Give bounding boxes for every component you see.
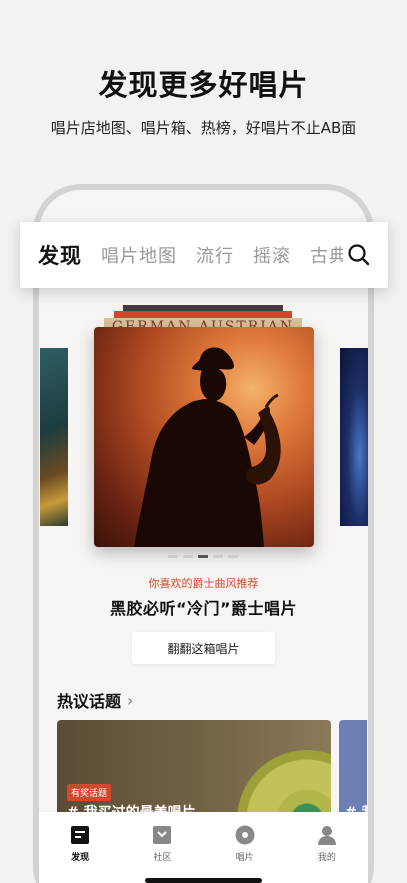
- carousel-prev-cover[interactable]: [40, 348, 68, 526]
- record-icon: [235, 825, 255, 845]
- promo-subline: 唱片店地图、唱片箱、热榜，好唱片不止AB面: [50, 119, 357, 137]
- nav-label: 我的: [317, 853, 336, 863]
- discover-icon: [71, 826, 90, 844]
- hot-topics-title: 热议话题: [57, 692, 122, 711]
- album-cover-main[interactable]: [94, 327, 314, 547]
- pagination-dot-active: [198, 555, 208, 558]
- home-indicator[interactable]: [145, 878, 262, 883]
- nav-label: 发现: [71, 853, 90, 863]
- nav-label: 社区: [153, 853, 172, 863]
- recommendation-tag: 你喜欢的爵士曲风推荐: [148, 577, 259, 590]
- nav-profile[interactable]: 我的: [297, 824, 357, 883]
- chevron-right-icon: ›: [127, 690, 134, 710]
- pagination-dot: [213, 555, 223, 558]
- pagination-dot: [168, 555, 178, 558]
- topic-card-next[interactable]: # 我: [339, 720, 367, 820]
- saxophonist-silhouette: [134, 347, 281, 547]
- prize-topic-badge: 有奖话题: [67, 784, 112, 801]
- promo-headline: 发现更多好唱片: [98, 68, 309, 102]
- search-icon[interactable]: [346, 242, 372, 268]
- nav-records[interactable]: 唱片: [215, 824, 275, 883]
- pagination-dot: [228, 555, 238, 558]
- category-tabs: 发现 唱片地图 流行 摇滚 古典: [38, 222, 343, 288]
- category-tab-bar: 发现 唱片地图 流行 摇滚 古典: [20, 222, 388, 288]
- tab-classical[interactable]: 古典: [310, 242, 343, 268]
- nav-community[interactable]: 社区: [132, 824, 192, 883]
- tab-record-map[interactable]: 唱片地图: [101, 242, 177, 268]
- tab-pop[interactable]: 流行: [196, 242, 234, 268]
- nav-label: 唱片: [235, 853, 254, 863]
- carousel-next-cover[interactable]: [340, 348, 368, 526]
- carousel-pagination: [168, 555, 238, 558]
- profile-icon: [317, 826, 336, 845]
- vinyl-record-image: [237, 750, 331, 820]
- pagination-dot: [183, 555, 193, 558]
- nav-discover[interactable]: 发现: [50, 824, 110, 883]
- topic-card[interactable]: 有奖话题 # 我买过的最美唱片: [57, 720, 331, 820]
- community-icon: [153, 826, 172, 844]
- tab-discover[interactable]: 发现: [38, 240, 82, 270]
- hot-topics-header[interactable]: 热议话题 ›: [57, 688, 133, 712]
- browse-crate-button[interactable]: 翻翻这箱唱片: [132, 632, 275, 664]
- bottom-navigation: 发现 社区 唱片 我的: [39, 812, 368, 883]
- recommendation-title: 黑胶必听“冷门”爵士唱片: [109, 599, 298, 618]
- tab-rock[interactable]: 摇滚: [253, 242, 291, 268]
